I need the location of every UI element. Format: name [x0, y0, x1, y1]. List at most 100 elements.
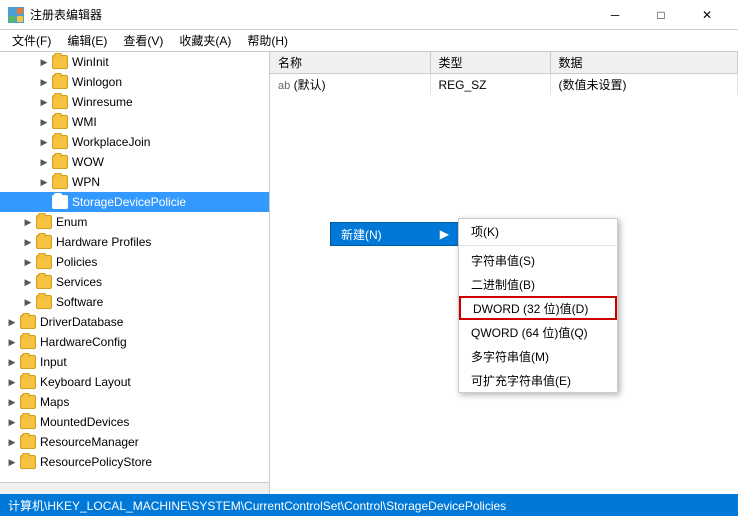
maximize-button[interactable]: □ — [638, 0, 684, 30]
folder-icon — [52, 135, 68, 149]
tree-label: WinInit — [72, 55, 109, 69]
folder-icon — [52, 95, 68, 109]
tree-item-HardwareConfig[interactable]: HardwareConfig — [0, 332, 269, 352]
folder-icon — [20, 375, 36, 389]
cell-type: REG_SZ — [430, 74, 550, 96]
tree-item-MountedDevices[interactable]: MountedDevices — [0, 412, 269, 432]
folder-icon — [52, 175, 68, 189]
tree-item-DriverDatabase[interactable]: DriverDatabase — [0, 312, 269, 332]
app-icon — [8, 7, 24, 23]
tree-item-KeyboardLayout[interactable]: Keyboard Layout — [0, 372, 269, 392]
tree-item-Winlogon[interactable]: Winlogon — [0, 72, 269, 92]
status-path: 计算机\HKEY_LOCAL_MACHINE\SYSTEM\CurrentCon… — [8, 497, 506, 514]
tree-item-Enum[interactable]: Enum — [0, 212, 269, 232]
expander-icon[interactable] — [4, 434, 20, 450]
right-panel: 名称 类型 数据 ab (默认) REG_SZ (数值未设置) — [270, 52, 738, 494]
tree-item-ResourceManager[interactable]: ResourceManager — [0, 432, 269, 452]
cell-data: (数值未设置) — [550, 74, 738, 96]
title-bar: 注册表编辑器 ─ □ ✕ — [0, 0, 738, 30]
expander-icon[interactable] — [20, 294, 36, 310]
expander-icon[interactable] — [36, 94, 52, 110]
tree-item-WinInit[interactable]: WinInit — [0, 52, 269, 72]
window-title: 注册表编辑器 — [30, 6, 592, 23]
expander-icon[interactable] — [20, 214, 36, 230]
tree-item-Winresume[interactable]: Winresume — [0, 92, 269, 112]
close-button[interactable]: ✕ — [684, 0, 730, 30]
minimize-button[interactable]: ─ — [592, 0, 638, 30]
folder-icon — [36, 295, 52, 309]
tree-label: HardwareConfig — [40, 335, 127, 349]
tree-label: DriverDatabase — [40, 315, 123, 329]
status-bar: 计算机\HKEY_LOCAL_MACHINE\SYSTEM\CurrentCon… — [0, 494, 738, 516]
tree-label: Maps — [40, 395, 69, 409]
expander-icon[interactable] — [4, 394, 20, 410]
horizontal-scrollbar[interactable] — [0, 482, 269, 494]
menu-view[interactable]: 查看(V) — [115, 30, 171, 51]
col-type: 类型 — [430, 52, 550, 74]
tree-label: WOW — [72, 155, 104, 169]
tree-item-Software[interactable]: Software — [0, 292, 269, 312]
folder-icon — [20, 315, 36, 329]
folder-icon — [20, 355, 36, 369]
tree-item-StorageDevicePolicie[interactable]: StorageDevicePolicie — [0, 192, 269, 212]
tree-panel: WinInit Winlogon Winresume WMI — [0, 52, 270, 494]
tree-item-Policies[interactable]: Policies — [0, 252, 269, 272]
folder-icon — [20, 415, 36, 429]
tree-label: Services — [56, 275, 102, 289]
folder-icon — [20, 455, 36, 469]
default-name: (默认) — [294, 78, 326, 92]
tree-label: Enum — [56, 215, 87, 229]
expander-icon[interactable] — [4, 414, 20, 430]
menu-bar: 文件(F) 编辑(E) 查看(V) 收藏夹(A) 帮助(H) — [0, 30, 738, 52]
folder-icon — [52, 75, 68, 89]
folder-icon — [20, 335, 36, 349]
tree-label: ResourceManager — [40, 435, 139, 449]
expander-icon[interactable] — [20, 274, 36, 290]
tree-item-HardwareProfiles[interactable]: Hardware Profiles — [0, 232, 269, 252]
expander-icon[interactable] — [4, 354, 20, 370]
tree-label: MountedDevices — [40, 415, 129, 429]
tree-item-Services[interactable]: Services — [0, 272, 269, 292]
registry-table: 名称 类型 数据 ab (默认) REG_SZ (数值未设置) — [270, 52, 738, 494]
col-data: 数据 — [550, 52, 738, 74]
tree-label: WPN — [72, 175, 100, 189]
expander-icon[interactable] — [36, 154, 52, 170]
tree-item-WorkplaceJoin[interactable]: WorkplaceJoin — [0, 132, 269, 152]
expander-icon[interactable] — [4, 454, 20, 470]
table-row[interactable]: ab (默认) REG_SZ (数值未设置) — [270, 74, 738, 96]
main-content: WinInit Winlogon Winresume WMI — [0, 52, 738, 494]
folder-icon — [52, 55, 68, 69]
tree-item-ResourcePolicyStore[interactable]: ResourcePolicyStore — [0, 452, 269, 472]
folder-icon — [52, 155, 68, 169]
tree-label: Winresume — [72, 95, 133, 109]
expander-icon[interactable] — [36, 134, 52, 150]
expander-icon[interactable] — [4, 334, 20, 350]
tree-label: WMI — [72, 115, 97, 129]
tree-item-WMI[interactable]: WMI — [0, 112, 269, 132]
expander-icon[interactable] — [20, 234, 36, 250]
cell-name: ab (默认) — [270, 74, 430, 96]
menu-edit[interactable]: 编辑(E) — [59, 30, 115, 51]
expander-icon[interactable] — [4, 314, 20, 330]
tree-label: Software — [56, 295, 103, 309]
expander-icon[interactable] — [36, 54, 52, 70]
tree-label: WorkplaceJoin — [72, 135, 150, 149]
expander-icon[interactable] — [36, 114, 52, 130]
tree-label: Policies — [56, 255, 97, 269]
menu-help[interactable]: 帮助(H) — [239, 30, 296, 51]
expander-icon[interactable] — [36, 74, 52, 90]
tree-scroll[interactable]: WinInit Winlogon Winresume WMI — [0, 52, 269, 482]
folder-icon — [36, 235, 52, 249]
tree-item-Maps[interactable]: Maps — [0, 392, 269, 412]
folder-icon — [52, 115, 68, 129]
tree-item-Input[interactable]: Input — [0, 352, 269, 372]
expander-icon[interactable] — [4, 374, 20, 390]
col-name: 名称 — [270, 52, 430, 74]
tree-item-WOW[interactable]: WOW — [0, 152, 269, 172]
menu-file[interactable]: 文件(F) — [4, 30, 59, 51]
expander-icon[interactable] — [36, 174, 52, 190]
menu-favorites[interactable]: 收藏夹(A) — [171, 30, 239, 51]
expander-icon[interactable] — [20, 254, 36, 270]
tree-item-WPN[interactable]: WPN — [0, 172, 269, 192]
folder-icon — [36, 255, 52, 269]
